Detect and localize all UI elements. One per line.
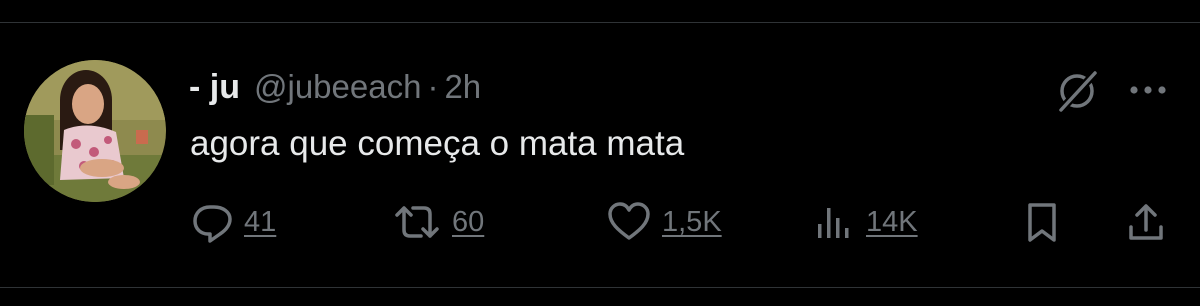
bookmark-icon <box>1020 200 1064 244</box>
views-count[interactable]: 14K <box>866 206 918 239</box>
bookmark-button[interactable] <box>1020 197 1064 247</box>
views-icon <box>812 200 856 244</box>
heart-icon <box>606 200 652 244</box>
timestamp[interactable]: 2h <box>444 68 481 106</box>
bottom-divider <box>0 287 1200 288</box>
like-button[interactable]: 1,5K <box>606 197 722 247</box>
share-button[interactable] <box>1124 197 1168 247</box>
retweet-button[interactable]: 60 <box>392 197 484 247</box>
user-handle[interactable]: @jubeeach <box>254 68 421 106</box>
share-icon <box>1124 200 1168 244</box>
display-name[interactable]: - ju <box>189 68 240 107</box>
retweet-icon <box>392 200 442 244</box>
tweet[interactable]: - ju @jubeeach · 2h agora que começa o m… <box>0 23 1200 287</box>
views-button[interactable]: 14K <box>812 197 918 247</box>
like-count[interactable]: 1,5K <box>662 206 722 239</box>
separator-dot: · <box>427 68 439 105</box>
tweet-header: - ju @jubeeach · 2h <box>189 65 481 109</box>
avatar[interactable] <box>24 60 166 202</box>
more-icon[interactable] <box>1124 75 1172 105</box>
retweet-count[interactable]: 60 <box>452 206 484 239</box>
reply-count[interactable]: 41 <box>244 206 276 239</box>
reply-button[interactable]: 41 <box>190 197 276 247</box>
tweet-text: agora que começa o mata mata <box>190 124 685 163</box>
reply-icon <box>190 200 234 244</box>
grok-icon[interactable] <box>1054 68 1100 114</box>
